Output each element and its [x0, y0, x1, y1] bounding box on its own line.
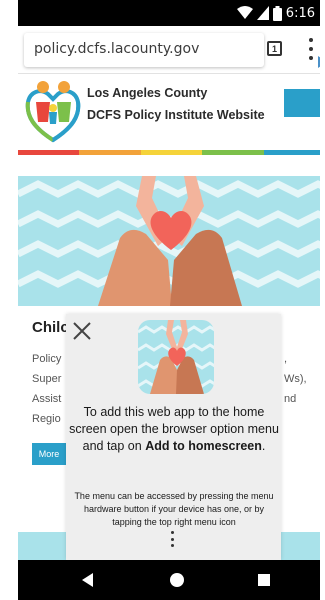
header-menu-button[interactable] — [284, 89, 323, 117]
add-to-homescreen-label: Add to homescreen — [145, 439, 262, 453]
menu-pointer-arrow-icon — [318, 56, 325, 68]
battery-icon — [272, 5, 282, 21]
phone-screen: 6:16 policy.dcfs.lacounty.gov 1 Los Ange… — [0, 0, 325, 600]
content-title: Chilc — [32, 319, 69, 336]
signal-icon — [256, 6, 269, 20]
site-title-line1: Los Angeles County — [87, 86, 208, 100]
hero-image — [18, 176, 325, 306]
tab-switcher-button[interactable]: 1 — [267, 41, 282, 56]
site-title-line2: DCFS Policy Institute Website — [87, 108, 265, 122]
dcfs-logo-icon — [25, 81, 81, 143]
android-nav-bar — [18, 560, 325, 600]
dialog-hint: The menu can be accessed by pressing the… — [74, 491, 274, 527]
home-icon[interactable] — [170, 573, 184, 587]
url-text: policy.dcfs.lacounty.gov — [34, 41, 200, 57]
back-icon[interactable] — [82, 573, 93, 587]
hands-heart-illustration — [18, 176, 325, 306]
status-bar: 6:16 — [18, 0, 325, 26]
site-header: Los Angeles County DCFS Policy Institute… — [18, 74, 325, 154]
more-button[interactable]: More — [32, 443, 66, 465]
color-stripe — [18, 150, 325, 155]
menu-dots-icon — [171, 531, 175, 547]
browser-menu-icon[interactable] — [304, 38, 318, 60]
dialog-instruction: To add this web app to the home screen o… — [69, 405, 279, 453]
status-time: 6:16 — [285, 5, 315, 21]
app-icon — [138, 320, 214, 394]
browser-toolbar: policy.dcfs.lacounty.gov 1 — [18, 26, 325, 74]
wifi-icon — [236, 6, 253, 19]
recents-icon[interactable] — [258, 574, 270, 586]
status-icons: 6:16 — [236, 4, 315, 22]
add-to-homescreen-dialog: To add this web app to the home screen o… — [66, 314, 281, 560]
close-icon[interactable] — [71, 320, 93, 342]
url-bar[interactable]: policy.dcfs.lacounty.gov — [24, 33, 264, 67]
